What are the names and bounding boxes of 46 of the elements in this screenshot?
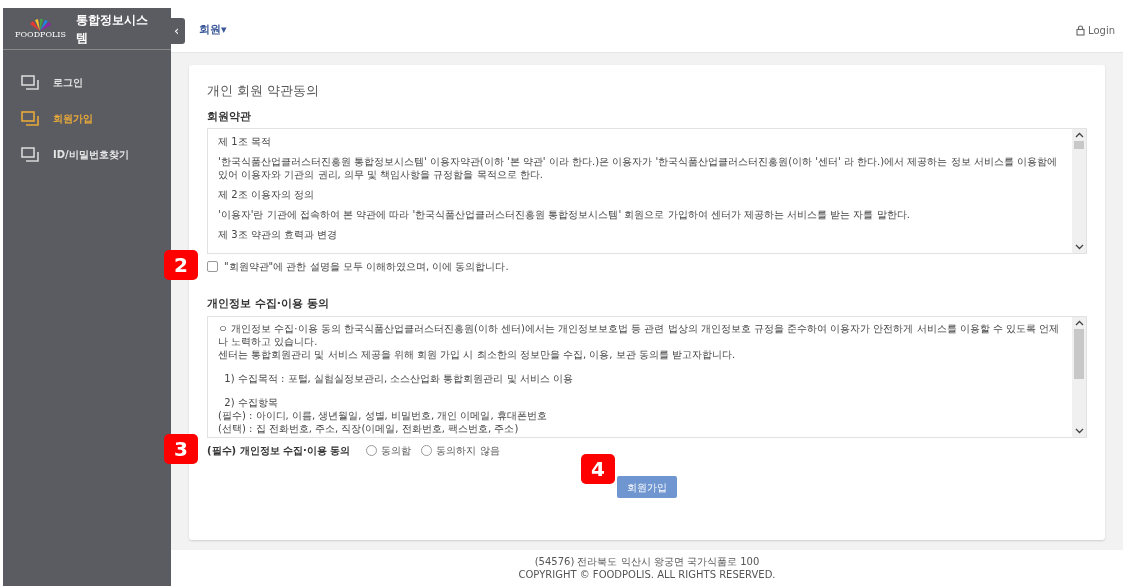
privacy-textbox[interactable] <box>207 315 1087 438</box>
privacy-text-line: 1) 수집목적 : 포털, 실험실정보관리, 소스산업화 통합회원관리 및 서비스 이용 <box>223 371 574 385</box>
sidebar-item[interactable]: 로그인 <box>3 64 171 100</box>
terms-paragraph: 제 1조 목적 <box>218 135 272 148</box>
section-heading: 회원약관 <box>207 108 252 125</box>
lock-icon <box>1076 24 1085 36</box>
scrollbar[interactable] <box>1072 316 1086 437</box>
logo-text: FOODPOLIS <box>15 30 66 39</box>
privacy-text-line: (필수) : 아이디, 이름, 생년월일, 성별, 비밀번호, 개인 이메일, 휴대폰번호 <box>218 408 548 422</box>
page-icon <box>21 146 39 162</box>
terms-paragraph: '한국식품산업클러스터진흥원 통합정보시스템' 이용자약관(이하 '본 약관' 이라 한다.)은 이용자가 '한국식품산업클러스터진흥원(이하 '센터' 라 한다.)에서 제공하는 정보 서비스를 이용함에 있어 이용자와 기관의 권리, 의무 및 책임사항을 규정함을 목적으로 한다. <box>218 155 1058 181</box>
privacy-text-line: ㅇ 개인정보 수집·이용 동의 한국식품산업클러스터진흥원(이하 센터)에서는 개인정보보호법 등 관련 법상의 개인정보호 규정을 준수하여 이용자가 안전하게 서비스를 이용할 수 있도록 언제나 노력하고 있습니다. <box>218 321 1061 348</box>
consent-label: (필수) 개인정보 수집·이용 동의 <box>207 444 351 458</box>
scrollbar[interactable] <box>1072 129 1086 253</box>
sidebar-item[interactable]: 회원가입 <box>3 100 171 136</box>
section-heading: 개인정보 수집·이용 동의 <box>207 296 330 312</box>
system-title: 통합정보시스템 <box>76 11 149 47</box>
callout-badge: 3 <box>164 433 198 464</box>
login-link[interactable]: Login <box>1076 22 1115 38</box>
sidebar-item[interactable]: ID/비밀번호찾기 <box>3 136 171 172</box>
radio-option[interactable]: 동의함 <box>366 443 412 458</box>
privacy-text-line: 센터는 통합회원관리 및 서비스 제공을 위해 회원 가입 시 최소한의 정보만을 수집, 이용, 보관 동의를 받고자합니다. <box>218 347 737 361</box>
privacy-text-line: 2) 수집항목 <box>223 395 279 409</box>
collapse-button[interactable]: ‹ <box>168 18 185 44</box>
agree-checkbox[interactable] <box>207 260 218 272</box>
privacy-text-line: (선택) : 집 전화번호, 주소, 직장(이메일, 전화번호, 팩스번호, 주소) <box>218 421 520 435</box>
scroll-down-icon <box>1074 427 1084 434</box>
page-title: 개인 회원 약관동의 <box>207 82 321 100</box>
radio-option[interactable]: 동의하지 않음 <box>421 443 500 458</box>
page-icon <box>21 74 39 90</box>
callout-badge: 2 <box>164 250 198 280</box>
agree-label: "회원약관"에 관한 설명을 모두 이해하였으며, 이에 동의합니다. <box>224 259 509 274</box>
page-icon <box>21 110 39 126</box>
footer-text: COPYRIGHT © FOODPOLIS. ALL RIGHTS RESERVED. <box>518 568 776 581</box>
terms-textbox[interactable] <box>207 128 1087 254</box>
scroll-up-icon <box>1074 132 1084 138</box>
member-menu[interactable]: 회원▾ <box>199 21 227 39</box>
terms-paragraph: '이용자'란 기관에 접속하여 본 약관에 따라 '한국식품산업클러스터진흥원 통합정보시스템' 회원으로 가입하여 센터가 제공하는 서비스를 받는 자를 말한다. <box>218 208 911 221</box>
callout-badge: 4 <box>581 453 615 484</box>
terms-paragraph: 제 3조 약관의 효력과 변경 <box>218 228 339 241</box>
terms-paragraph: 제 2조 이용자의 정의 <box>218 188 315 201</box>
scroll-up-icon <box>1074 319 1084 326</box>
scroll-down-icon <box>1074 244 1084 250</box>
scrollbar-thumb[interactable] <box>1074 328 1084 379</box>
scrollbar-thumb[interactable] <box>1074 141 1084 149</box>
footer-text: (54576) 전라북도 익산시 왕궁면 국가식품로 100 <box>534 555 760 568</box>
